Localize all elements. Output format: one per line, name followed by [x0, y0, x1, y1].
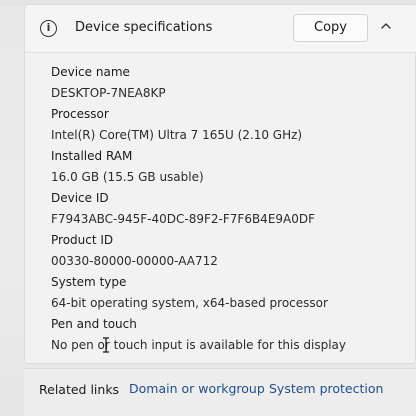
spec-value-pen-and-touch: No pen or touch input is available for t…	[51, 338, 347, 352]
spec-value-system-type: 64-bit operating system, x64-based proce…	[51, 296, 328, 310]
spec-label-device-name: Device name	[51, 65, 130, 79]
spec-label-installed-ram: Installed RAM	[51, 149, 133, 163]
spec-value-processor: Intel(R) Core(TM) Ultra 7 165U (2.10 GHz…	[51, 128, 303, 142]
device-specifications-header[interactable]: i Device specifications Copy	[25, 5, 416, 53]
link-system-protection[interactable]: System protection	[269, 381, 383, 396]
spec-value-device-name: DESKTOP-7NEA8KP	[51, 86, 166, 100]
related-links-label: Related links	[39, 382, 120, 397]
info-icon: i	[40, 20, 57, 37]
related-links-bar: Related links Domain or workgroup System…	[24, 368, 416, 416]
spec-label-pen-and-touch: Pen and touch	[51, 317, 137, 331]
spec-label-system-type: System type	[51, 275, 127, 289]
copy-button[interactable]: Copy	[293, 14, 368, 42]
spec-label-device-id: Device ID	[51, 191, 109, 205]
spec-value-product-id: 00330-80000-00000-AA712	[51, 254, 218, 268]
spec-value-installed-ram: 16.0 GB (15.5 GB usable)	[51, 170, 204, 184]
text-cursor-icon	[103, 337, 109, 353]
settings-page: i Device specifications Copy Device name…	[0, 0, 416, 416]
chevron-up-icon[interactable]	[379, 19, 393, 33]
spec-list: Device name DESKTOP-7NEA8KP Processor In…	[51, 62, 346, 356]
link-domain-or-workgroup[interactable]: Domain or workgroup	[129, 381, 265, 396]
spec-value-device-id: F7943ABC-945F-40DC-89F2-F7F6B4E9A0DF	[51, 212, 316, 226]
spec-label-product-id: Product ID	[51, 233, 114, 247]
spec-label-processor: Processor	[51, 107, 109, 121]
section-title: Device specifications	[75, 20, 213, 35]
